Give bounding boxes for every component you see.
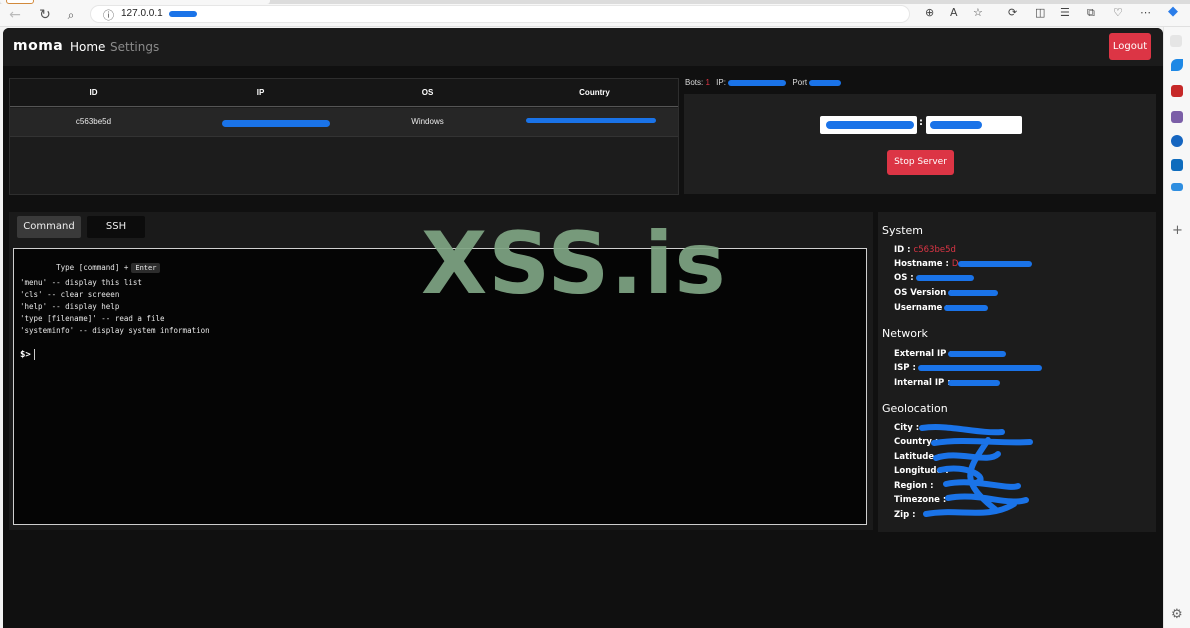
help-line: 'help' -- display help xyxy=(20,302,120,311)
copilot-icon[interactable]: ◆ xyxy=(1168,4,1178,19)
terminal-prompt: $> xyxy=(20,350,31,360)
tab-favicon xyxy=(6,0,34,4)
isp-redaction xyxy=(918,365,1042,371)
watermark-text: XSS.is xyxy=(421,214,727,314)
toolbox-icon[interactable] xyxy=(1171,85,1183,97)
navbar: moma Home Settings Logout xyxy=(3,28,1163,66)
url-text: 127.0.0.1 xyxy=(121,8,163,19)
hint-text: Type [command] + xyxy=(56,263,129,272)
username-redaction xyxy=(944,305,988,311)
stop-server-button[interactable]: Stop Server xyxy=(887,150,954,175)
os-field: OS : xyxy=(894,273,914,283)
refresh-icon[interactable]: ↻ xyxy=(36,6,54,24)
nav-home-link[interactable]: Home xyxy=(70,40,105,54)
network-section-title: Network xyxy=(882,327,928,340)
outlook-icon[interactable] xyxy=(1171,159,1183,171)
hostname-field: Hostname : D xyxy=(894,259,958,269)
bot-os-cell: Windows xyxy=(411,117,444,126)
bot-id-cell: c563be5d xyxy=(75,117,112,126)
system-info-panel: System ID : c563be5d Hostname : D OS : O… xyxy=(878,212,1156,532)
username-field: Username : xyxy=(894,303,949,313)
extensions-icon[interactable]: ⟳ xyxy=(1008,6,1017,19)
column-header-country: Country xyxy=(579,88,610,97)
logout-button[interactable]: Logout xyxy=(1109,33,1151,60)
hostname-redaction xyxy=(958,261,1032,267)
ip-redaction xyxy=(728,79,787,86)
id-label: ID : xyxy=(894,245,911,255)
shopping-icon[interactable] xyxy=(1171,59,1183,71)
geolocation-redaction xyxy=(919,424,1033,517)
favorite-star-icon[interactable]: ☆ xyxy=(973,6,983,19)
id-field: ID : c563be5d xyxy=(894,245,956,255)
split-screen-icon[interactable]: ◫ xyxy=(1035,6,1045,19)
port-label: Port xyxy=(792,78,808,87)
port-redaction xyxy=(809,79,842,86)
office-icon[interactable] xyxy=(1171,135,1183,147)
sidebar-settings-icon[interactable]: ⚙ xyxy=(1171,607,1183,622)
internal-ip-redaction xyxy=(948,380,1000,386)
help-line: 'menu' -- display this list xyxy=(20,278,142,287)
zoom-icon[interactable]: ⊕ xyxy=(925,6,934,19)
enter-key-badge: Enter xyxy=(131,263,161,273)
server-port-redaction xyxy=(930,121,982,129)
column-header-id: ID xyxy=(89,88,98,97)
edge-sidebar: + ⚙ xyxy=(1163,27,1190,628)
bots-label: Bots: xyxy=(685,78,704,87)
server-panel: : Stop Server xyxy=(684,94,1156,194)
os-version-redaction xyxy=(948,290,998,296)
id-value: c563be5d xyxy=(913,245,956,255)
bot-country-redaction xyxy=(526,118,656,123)
system-section-title: System xyxy=(882,224,924,237)
ip-label: IP: xyxy=(716,78,726,87)
back-icon[interactable]: ← xyxy=(6,6,24,24)
help-line: 'cls' -- clear screeen xyxy=(20,290,120,299)
internal-ip-field: Internal IP : xyxy=(894,378,951,388)
server-ip-redaction xyxy=(826,121,914,129)
city-field: City : xyxy=(894,423,920,433)
search-sidebar-icon[interactable] xyxy=(1170,35,1182,47)
isp-field: ISP : xyxy=(894,363,916,373)
more-icon[interactable]: ⋯ xyxy=(1140,6,1151,19)
help-line: 'type [filename]' -- read a file xyxy=(20,314,165,323)
column-header-os: OS xyxy=(421,88,434,97)
hostname-label: Hostname : xyxy=(894,259,949,269)
os-version-field: OS Version : xyxy=(894,288,953,298)
table-header: ID IP OS Country xyxy=(10,79,678,107)
nav-settings-link[interactable]: Settings xyxy=(110,40,159,54)
address-bar[interactable]: ⓘ 127.0.0.1 xyxy=(90,5,910,23)
bots-count: 1 xyxy=(705,78,710,87)
terminal-caret xyxy=(34,349,35,360)
server-port-input[interactable] xyxy=(926,116,1022,134)
bot-ip-redaction xyxy=(222,120,330,127)
info-icon[interactable]: ⓘ xyxy=(103,7,114,23)
collections-icon[interactable]: ⧉ xyxy=(1087,6,1095,20)
ip-port-separator: : xyxy=(919,117,923,128)
tab-ssh[interactable]: SSH xyxy=(87,216,145,238)
server-ip-input[interactable] xyxy=(820,116,917,134)
active-tab[interactable] xyxy=(0,0,270,4)
app-window: moma Home Settings Logout ID IP OS Count… xyxy=(3,28,1163,628)
server-status-line: Bots: 1 IP: Port xyxy=(685,78,842,87)
read-aloud-icon[interactable]: A xyxy=(950,6,958,19)
browser-essentials-icon[interactable]: ♡ xyxy=(1113,6,1123,19)
zip-field: Zip : xyxy=(894,510,916,520)
tab-command[interactable]: Command xyxy=(17,216,81,238)
games-icon[interactable] xyxy=(1171,111,1183,123)
help-line: 'systeminfo' -- display system informati… xyxy=(20,326,210,335)
external-ip-field: External IP : xyxy=(894,349,953,359)
drop-icon[interactable] xyxy=(1171,183,1183,191)
tab-strip xyxy=(0,0,1190,4)
browser-toolbar: ← ↻ ⌕ ⓘ 127.0.0.1 ⊕ A ☆ ⟳ ◫ ☰ ⧉ ♡ ⋯ ◆ xyxy=(0,0,1190,27)
search-icon[interactable]: ⌕ xyxy=(62,6,80,24)
redaction-mark xyxy=(169,11,197,17)
os-redaction xyxy=(916,275,974,281)
bots-table: ID IP OS Country c563be5d Windows xyxy=(9,78,679,195)
column-header-ip: IP xyxy=(256,88,265,97)
favorites-icon[interactable]: ☰ xyxy=(1060,6,1070,19)
geolocation-section-title: Geolocation xyxy=(882,402,948,415)
table-row[interactable]: c563be5d Windows xyxy=(10,108,678,137)
brand-logo[interactable]: moma xyxy=(13,38,63,54)
add-sidebar-app-icon[interactable]: + xyxy=(1172,223,1183,238)
external-ip-redaction xyxy=(948,351,1006,357)
